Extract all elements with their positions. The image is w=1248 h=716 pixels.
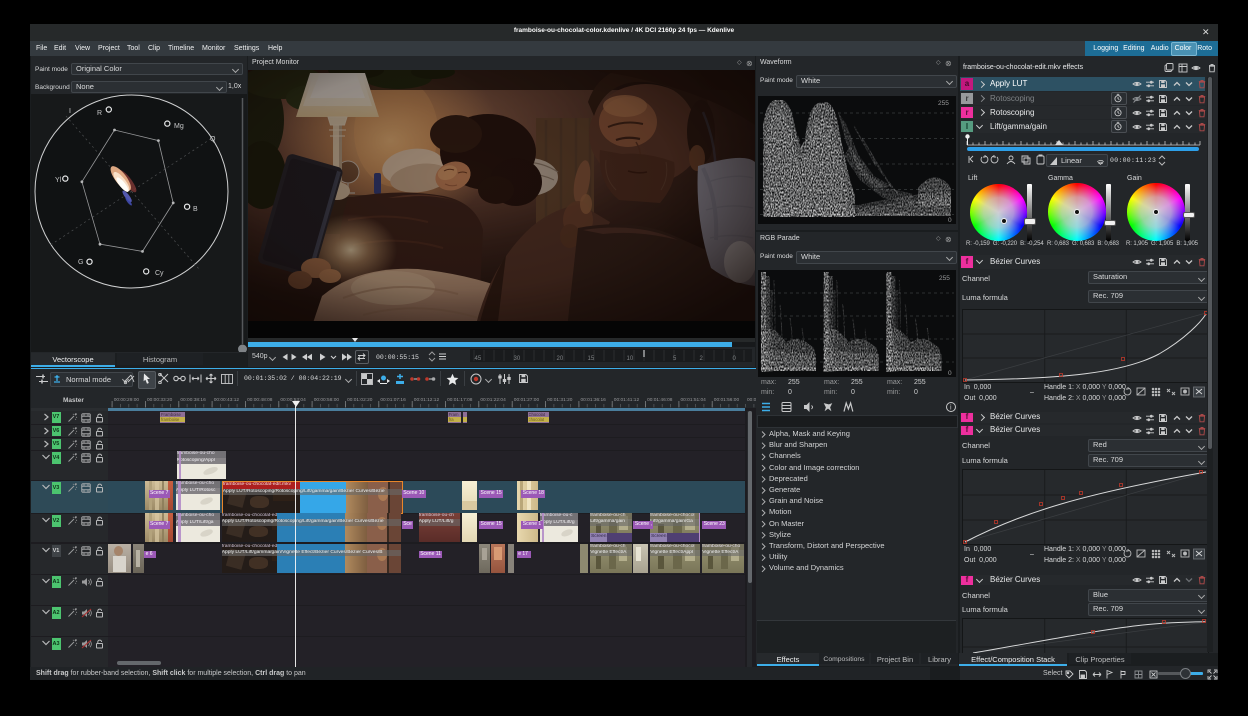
svg-text:0: 0 (948, 217, 952, 224)
svg-text:I: I (69, 108, 71, 115)
svg-text:Q: Q (210, 136, 216, 143)
svg-text:00:01:02:20: 00:01:02:20 (347, 397, 373, 403)
svg-text:00:01:31:20: 00:01:31:20 (547, 397, 573, 403)
svg-text:00:01:22:04: 00:01:22:04 (480, 397, 506, 403)
svg-text:30: 30 (514, 356, 521, 362)
svg-text:00:0: 00:0 (747, 397, 756, 403)
svg-text:00:01:07:16: 00:01:07:16 (380, 397, 406, 403)
svg-text:5: 5 (673, 356, 677, 362)
svg-text:00:00:43:12: 00:00:43:12 (214, 397, 240, 403)
svg-text:00:01:46:08: 00:01:46:08 (647, 397, 673, 403)
svg-text:45: 45 (475, 356, 482, 362)
svg-text:20: 20 (557, 356, 564, 362)
svg-text:00:01:12:12: 00:01:12:12 (414, 397, 440, 403)
svg-text:00:01:27:00: 00:01:27:00 (514, 397, 540, 403)
svg-text:00:01:51:04: 00:01:51:04 (681, 397, 707, 403)
svg-text:00:00:33:20: 00:00:33:20 (147, 397, 173, 403)
svg-text:G: G (78, 259, 83, 266)
svg-text:i: i (950, 405, 952, 412)
svg-text:00:00:38:16: 00:00:38:16 (180, 397, 206, 403)
svg-text:00:00:48:08: 00:00:48:08 (247, 397, 273, 403)
svg-text:255: 255 (939, 275, 950, 282)
svg-text:00:01:36:16: 00:01:36:16 (581, 397, 607, 403)
svg-text:Yl: Yl (55, 177, 62, 184)
svg-text:0: 0 (948, 370, 952, 377)
svg-text:10: 10 (627, 356, 634, 362)
svg-text:2: 2 (700, 356, 704, 362)
svg-text:B: B (193, 206, 198, 213)
svg-text:00:01:41:12: 00:01:41:12 (614, 397, 640, 403)
svg-text:255: 255 (938, 100, 949, 107)
svg-text:0: 0 (733, 356, 737, 362)
svg-text:00:00:29:00: 00:00:29:00 (114, 397, 140, 403)
svg-text:00:00:58:00: 00:00:58:00 (314, 397, 340, 403)
svg-text:15: 15 (588, 356, 595, 362)
svg-text:Mg: Mg (174, 123, 184, 130)
svg-text:00:01:56:00: 00:01:56:00 (714, 397, 740, 403)
svg-text:R: R (97, 110, 102, 117)
svg-text:Cy: Cy (155, 270, 164, 277)
svg-text:00:01:17:08: 00:01:17:08 (447, 397, 473, 403)
